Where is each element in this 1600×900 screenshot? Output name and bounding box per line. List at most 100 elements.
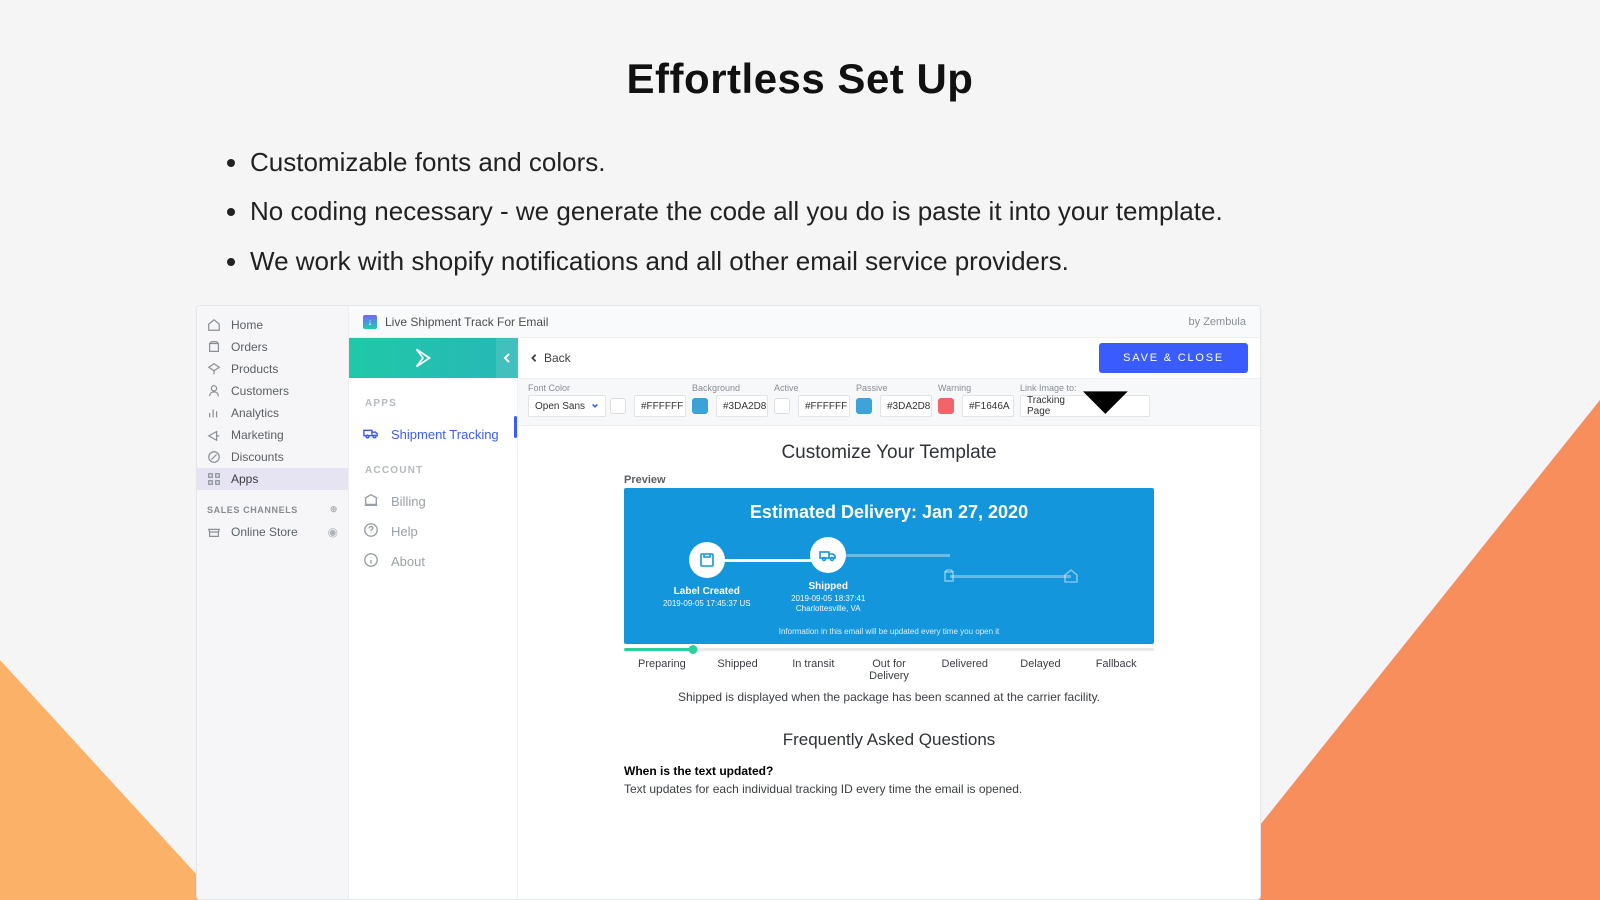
app-sidebar-item-about[interactable]: About [363,546,503,576]
marketing-icon [207,428,221,442]
sidebar-item-label: Online Store [231,525,298,539]
sidebar-item-products[interactable]: Products [197,358,348,380]
eye-icon[interactable]: ◉ [328,525,338,539]
sidebar-item-online-store[interactable]: Online Store ◉ [197,521,348,543]
app-shell: Home Orders Products Customers Analytics… [196,305,1261,900]
sidebar-item-marketing[interactable]: Marketing [197,424,348,446]
sidebar-item-apps[interactable]: Apps [197,468,348,490]
sidebar-item-discounts[interactable]: Discounts [197,446,348,468]
tracking-node-future [889,558,1011,594]
tracking-node-shipped: Shipped 2019-09-05 18:37:41 Charlottesvi… [768,537,890,615]
state-tab[interactable]: Preparing [624,654,700,682]
preview-note: Information in this email will be update… [640,627,1138,636]
app-sidebar-section: APPS [365,398,501,409]
app-titlebar: Live Shipment Track For Email by Zembula [349,306,1260,338]
content-area: Customize Your Template Preview Estimate… [518,424,1260,899]
hero-section: Effortless Set Up Customizable fonts and… [0,55,1600,286]
warning-color-hex[interactable]: #F1646A [962,395,1014,417]
font-select-value: Open Sans [535,401,585,412]
app-sidebar-section: ACCOUNT [365,465,501,476]
action-bar: Back SAVE & CLOSE [518,338,1260,378]
app-sidebar: APPS Shipment Tracking ACCOUNT Billing H… [349,378,518,899]
tracking-node-sub: 2019-09-05 17:45:37 US [663,599,751,609]
analytics-icon [207,406,221,420]
active-color-swatch[interactable] [774,398,790,414]
sidebar-item-label: Apps [231,472,258,486]
label-icon [689,542,725,578]
preview-title: Estimated Delivery: Jan 27, 2020 [640,502,1138,523]
tracking-node-label: Label Created [674,586,740,597]
sidebar-section-sales: SALES CHANNELS ⊕ [197,490,348,521]
sidebar-item-label: Home [231,318,263,332]
state-tabs: Preparing Shipped In transit Out for Del… [624,654,1154,682]
active-marker [514,416,517,438]
sidebar-item-analytics[interactable]: Analytics [197,402,348,424]
faq-section: Frequently Asked Questions When is the t… [548,730,1230,796]
hero-title: Effortless Set Up [0,55,1600,103]
state-progress-dot [688,645,697,654]
link-image-select[interactable]: Tracking Page [1020,395,1150,417]
sidebar-item-label: Marketing [231,428,284,442]
config-label: Background [692,383,768,393]
bg-color-hex[interactable]: #3DA2D8 [716,395,768,417]
app-sidebar-item-billing[interactable]: Billing [363,486,503,516]
house-icon [1053,558,1089,594]
config-label: Active [774,383,850,393]
passive-color-hex[interactable]: #3DA2D8 [880,395,932,417]
app-main: Live Shipment Track For Email by Zembula… [349,306,1260,899]
bg-color-swatch[interactable] [692,398,708,414]
state-tab[interactable]: Delayed [1003,654,1079,682]
faq-question: When is the text updated? [624,764,1154,778]
state-tab[interactable]: Delivered [927,654,1003,682]
app-title: Live Shipment Track For Email [385,315,548,329]
config-warning: Warning #F1646A [938,383,1014,417]
state-tab[interactable]: Out for Delivery [851,654,927,682]
brand-logo-icon [349,338,496,378]
config-label: Warning [938,383,1014,393]
hero-bullet: No coding necessary - we generate the co… [250,187,1390,236]
truck-icon [363,425,379,444]
hero-bullets: Customizable fonts and colors. No coding… [210,138,1390,286]
tracking-node-sub: 2019-09-05 18:37:41 Charlottesville, VA [782,594,874,615]
plus-icon[interactable]: ⊕ [330,504,338,515]
sidebar-item-label: Products [231,362,278,376]
app-sidebar-item-label: Help [391,524,418,539]
discounts-icon [207,450,221,464]
sidebar-item-home[interactable]: Home [197,314,348,336]
state-description: Shipped is displayed when the package ha… [548,690,1230,704]
link-image-value: Tracking Page [1027,395,1068,417]
config-label: Font Color [528,383,686,393]
sidebar-item-orders[interactable]: Orders [197,336,348,358]
customers-icon [207,384,221,398]
sidebar-section-label: SALES CHANNELS [207,505,298,515]
state-tab[interactable]: In transit [775,654,851,682]
app-sidebar-item-shipment-tracking[interactable]: Shipment Tracking [363,419,503,449]
tracking-node-label-created: Label Created 2019-09-05 17:45:37 US [646,542,768,609]
config-label: Passive [856,383,932,393]
state-tab[interactable]: Shipped [700,654,776,682]
bank-icon [363,492,379,511]
decorative-triangle-bottom-left [0,660,220,900]
back-button[interactable]: Back [530,351,571,365]
faq-answer: Text updates for each individual trackin… [624,782,1154,796]
hero-bullet: Customizable fonts and colors. [250,138,1390,187]
orders-icon [207,340,221,354]
info-icon [363,552,379,571]
passive-color-swatch[interactable] [856,398,872,414]
warning-color-swatch[interactable] [938,398,954,414]
store-icon [207,525,221,539]
font-select[interactable]: Open Sans [528,395,606,417]
help-icon [363,522,379,541]
hero-bullet: We work with shopify notifications and a… [250,237,1390,286]
active-color-hex[interactable]: #FFFFFF [798,395,850,417]
app-sidebar-item-help[interactable]: Help [363,516,503,546]
back-label: Back [544,351,571,365]
font-color-hex[interactable]: #FFFFFF [634,395,686,417]
state-tab[interactable]: Fallback [1078,654,1154,682]
sidebar-item-customers[interactable]: Customers [197,380,348,402]
collapse-sidebar-button[interactable] [496,338,518,378]
shopify-sidebar: Home Orders Products Customers Analytics… [197,306,349,899]
font-color-swatch[interactable] [610,398,626,414]
sidebar-item-label: Customers [231,384,289,398]
faq-question-text: When is the text updated? [624,764,773,778]
